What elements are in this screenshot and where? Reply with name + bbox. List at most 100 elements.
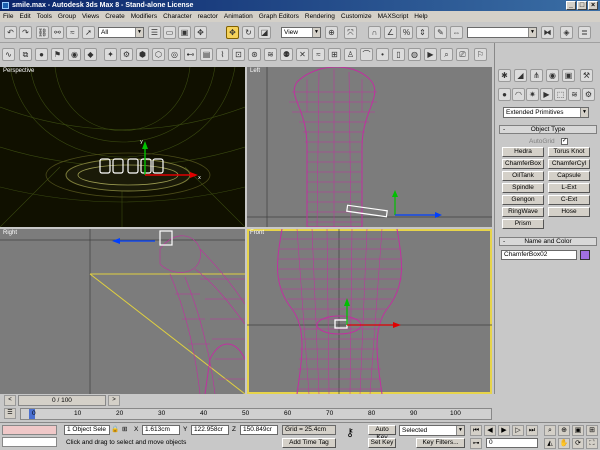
primitive-category-dropdown[interactable]: Extended Primitives ▼ (503, 107, 589, 118)
hierarchy-tab-icon[interactable]: ⋔ (530, 69, 543, 82)
spindle-button[interactable]: Spindle (502, 183, 544, 193)
reactor-constraint-icon[interactable]: ⊞ (328, 48, 341, 61)
maxscript-listener-mini[interactable] (2, 425, 57, 435)
add-time-tag-button[interactable]: Add Time Tag (282, 438, 336, 448)
menu-animation[interactable]: Animation (221, 11, 256, 22)
menu-character[interactable]: Character (160, 11, 195, 22)
menu-edit[interactable]: Edit (16, 11, 33, 22)
go-to-start-icon[interactable]: ⏮ (470, 425, 482, 436)
crossing-window-icon[interactable]: ▣ (178, 26, 191, 39)
reactor-softbody-icon[interactable]: ◎ (168, 48, 181, 61)
go-to-end-icon[interactable]: ⏭ (526, 425, 538, 436)
object-color-swatch[interactable] (580, 250, 590, 260)
absolute-mode-icon[interactable]: ⊞ (122, 425, 127, 434)
percent-snap-icon[interactable]: % (400, 26, 413, 39)
menu-modifiers[interactable]: Modifiers (128, 11, 160, 22)
hose-button[interactable]: Hose (548, 207, 590, 217)
lock-icon[interactable]: 🔒 (111, 425, 119, 434)
angle-snap-icon[interactable]: ∠ (384, 26, 397, 39)
autogrid-checkbox[interactable]: ✓ (561, 138, 568, 145)
zoom-extents-icon[interactable]: ▣ (572, 425, 584, 436)
menu-tools[interactable]: Tools (34, 11, 55, 22)
zoom-all-icon[interactable]: ⊕ (558, 425, 570, 436)
track-bar[interactable]: 0 10 20 30 40 50 60 70 80 90 100 (20, 408, 492, 420)
reference-coordinate-dropdown[interactable]: View ▼ (281, 27, 321, 38)
mirror-tool-icon[interactable]: ⧓ (541, 26, 554, 39)
reactor-ragdoll-icon[interactable]: ♙ (344, 48, 357, 61)
menu-views[interactable]: Views (79, 11, 102, 22)
key-filters-button[interactable]: Key Filters... (416, 438, 465, 448)
object-type-rollout-header[interactable]: - Object Type (499, 125, 597, 134)
key-icon[interactable]: ⚷ (346, 428, 354, 439)
selection-filter-dropdown[interactable]: All ▼ (98, 27, 144, 38)
lights-icon[interactable]: ✷ (526, 88, 539, 101)
play-icon[interactable]: ▶ (498, 425, 510, 436)
spacewarps-icon[interactable]: ≋ (568, 88, 581, 101)
z-coordinate-field[interactable]: 150.849cr (240, 425, 278, 435)
select-object-icon[interactable]: ➚ (82, 26, 95, 39)
menu-reactor[interactable]: reactor (195, 11, 221, 22)
named-selection-sets-dropdown[interactable]: ▼ (467, 27, 537, 38)
bind-spacewarp-icon[interactable]: ≈ (66, 26, 79, 39)
shapes-icon[interactable]: ◠ (512, 88, 525, 101)
viewport-label-front[interactable]: Front (250, 230, 264, 236)
previous-key-icon[interactable]: ◀ (484, 425, 496, 436)
close-button[interactable]: × (588, 1, 598, 10)
reactor-point-icon[interactable]: • (376, 48, 389, 61)
viewport-perspective[interactable]: Perspective x y (0, 67, 245, 227)
menu-group[interactable]: Group (55, 11, 79, 22)
l-ext-button[interactable]: L-Ext (548, 183, 590, 193)
menu-rendering[interactable]: Rendering (302, 11, 338, 22)
reactor-preview-icon[interactable]: ▶ (424, 48, 437, 61)
utilities-tab-icon[interactable]: ⚒ (580, 69, 593, 82)
pivot-center-icon[interactable]: ⊕ (325, 26, 338, 39)
maximize-button[interactable]: □ (577, 1, 587, 10)
render-frame-icon[interactable]: ◉ (68, 48, 81, 61)
cameras-icon[interactable]: ▶ (540, 88, 553, 101)
y-coordinate-field[interactable]: 122.958cr (191, 425, 229, 435)
material-editor-icon[interactable]: ● (35, 48, 48, 61)
zoom-icon[interactable]: ⌕ (544, 425, 556, 436)
field-of-view-icon[interactable]: ◭ (544, 438, 556, 449)
reactor-motor-icon[interactable]: ⊛ (248, 48, 261, 61)
reactor-toy-car-icon[interactable]: ⚉ (280, 48, 293, 61)
curve-editor-icon[interactable]: ∿ (2, 48, 15, 61)
reactor-analyze-icon[interactable]: ⌕ (440, 48, 453, 61)
set-key-button[interactable]: Set Key (368, 438, 396, 448)
chamferbox-button[interactable]: ChamferBox (502, 159, 544, 169)
next-key-icon[interactable]: ▷ (512, 425, 524, 436)
select-by-name-icon[interactable]: ☰ (148, 26, 161, 39)
motion-tab-icon[interactable]: ◉ (546, 69, 559, 82)
object-name-field[interactable]: ChamferBox02 (501, 250, 577, 260)
name-color-rollout-header[interactable]: - Name and Color (499, 237, 597, 246)
zoom-extents-all-icon[interactable]: ⊞ (586, 425, 598, 436)
viewport-front[interactable]: Front (247, 229, 492, 394)
render-setup-icon[interactable]: ⚑ (51, 48, 64, 61)
layer-manager-icon[interactable]: ≣ (578, 26, 591, 39)
undo-icon[interactable]: ↶ (4, 26, 17, 39)
viewport-label-perspective[interactable]: Perspective (3, 68, 34, 74)
menu-create[interactable]: Create (102, 11, 128, 22)
c-ext-button[interactable]: C-Ext (548, 195, 590, 205)
reactor-cloth-icon[interactable]: ⬡ (152, 48, 165, 61)
reactor-fracture-icon[interactable]: ✕ (296, 48, 309, 61)
capsule-button[interactable]: Capsule (548, 171, 590, 181)
gengon-button[interactable]: Gengon (502, 195, 544, 205)
menu-graph-editors[interactable]: Graph Editors (256, 11, 302, 22)
select-link-icon[interactable]: ⛓ (36, 26, 49, 39)
systems-icon[interactable]: ⚙ (582, 88, 595, 101)
previous-frame-icon[interactable]: < (4, 395, 16, 406)
select-move-icon[interactable]: ✥ (194, 26, 207, 39)
next-frame-icon[interactable]: > (108, 395, 120, 406)
maxscript-input-mini[interactable] (2, 437, 57, 447)
torus-knot-button[interactable]: Torus Knot (548, 147, 590, 157)
reactor-dashpot-icon[interactable]: ⊡ (232, 48, 245, 61)
menu-help[interactable]: Help (411, 11, 430, 22)
reactor-create-animation-icon[interactable]: ⎚ (456, 48, 469, 61)
helpers-icon[interactable]: ⬚ (554, 88, 567, 101)
reactor-properties-icon[interactable]: ⚐ (474, 48, 487, 61)
move-icon[interactable]: ✥ (226, 26, 239, 39)
spinner-snap-icon[interactable]: ⇕ (416, 26, 429, 39)
reactor-water-icon[interactable]: ≈ (312, 48, 325, 61)
hedra-button[interactable]: Hedra (502, 147, 544, 157)
